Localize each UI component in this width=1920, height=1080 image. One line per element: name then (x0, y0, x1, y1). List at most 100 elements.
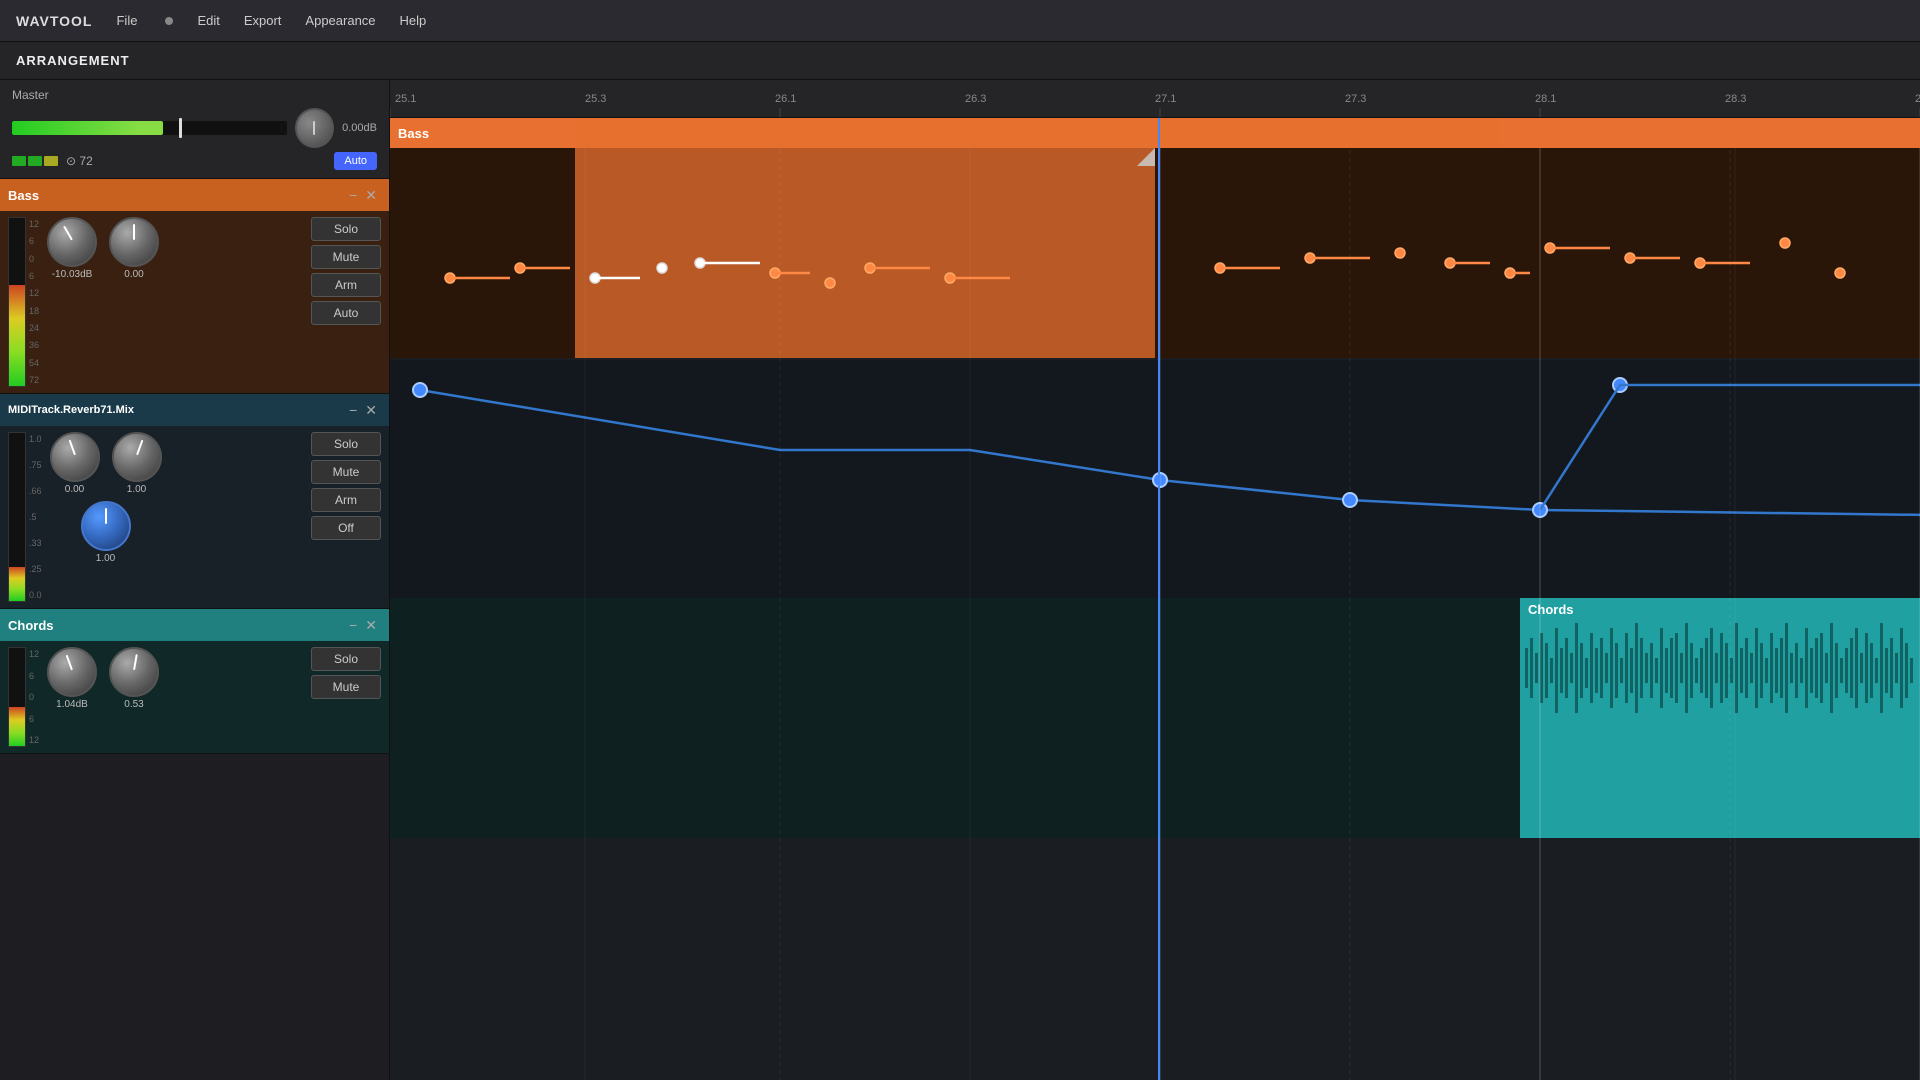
chords-mute-button[interactable]: Mute (311, 675, 381, 699)
midi-close-button[interactable]: ✕ (361, 402, 381, 419)
chords-solo-button[interactable]: Solo (311, 647, 381, 671)
midi-pan-indicator (136, 440, 143, 456)
bass-gain-knob[interactable] (47, 217, 97, 267)
ruler-28-1: 28.1 (1535, 93, 1556, 105)
midi-minimize-button[interactable]: − (345, 402, 361, 418)
ruler-29-1: 29.1 (1915, 93, 1920, 105)
chords-close-button[interactable]: ✕ (361, 617, 381, 634)
master-fader[interactable] (12, 121, 287, 135)
midi-track-strip: MIDITrack.Reverb71.Mix − ✕ 1.0 .75 .66 .… (0, 394, 389, 609)
bass-pan-group: 0.00 (109, 217, 159, 280)
chords-gain-label: 1.04dB (56, 699, 88, 710)
midi-extra-knob[interactable] (81, 501, 131, 551)
arrangement-header: ARRANGEMENT (0, 42, 1920, 80)
bass-mute-button[interactable]: Mute (311, 245, 381, 269)
bass-vu-labels: 12 6 0 6 12 18 24 36 54 72 (29, 217, 39, 387)
bass-vu-meter (8, 217, 26, 387)
midi-pan-label: 1.00 (127, 484, 146, 495)
chords-pan-knob[interactable] (109, 647, 159, 697)
midi-track-lane (390, 360, 1920, 598)
midi-gain-knob[interactable] (50, 432, 100, 482)
app-logo: WAVTOOL (16, 13, 92, 29)
bass-top-bar: Bass (390, 118, 1920, 148)
midi-track-header: MIDITrack.Reverb71.Mix − ✕ (0, 394, 389, 426)
midi-knobs-area: 0.00 1.00 1.00 (50, 432, 162, 602)
chords-gain-indicator (66, 655, 73, 671)
master-knob[interactable] (295, 108, 334, 148)
chords-gain-knob[interactable] (47, 647, 97, 697)
bass-gain-group: -10.03dB (47, 217, 97, 280)
chords-pan-label: 0.53 (124, 699, 143, 710)
midi-content (390, 360, 1920, 598)
bpm-value: ⊙ 72 (66, 154, 93, 168)
bass-content (390, 148, 1920, 358)
midi-track-name: MIDITrack.Reverb71.Mix (8, 404, 345, 416)
master-section: Master 0.00dB ⊙ 72 Auto (0, 80, 389, 179)
midi-vu-meter (8, 432, 26, 602)
bpm-light-2 (28, 156, 42, 166)
ruler-26-1: 26.1 (775, 93, 796, 105)
chords-waveform-svg (1520, 618, 1920, 838)
midi-extra-label: 1.00 (96, 553, 115, 564)
chords-block-label: Chords (1520, 598, 1920, 621)
bass-arm-button[interactable]: Arm (311, 273, 381, 297)
chords-track-name: Chords (8, 618, 345, 633)
bass-highlight-region (575, 148, 1155, 358)
midi-extra-indicator (105, 508, 107, 524)
ruler-27-1: 27.1 (1155, 93, 1176, 105)
master-fader-thumb (179, 118, 182, 138)
master-auto-button[interactable]: Auto (334, 152, 377, 170)
bass-vu-area: 12 6 0 6 12 18 24 36 54 72 (8, 217, 39, 387)
midi-gain-label: 0.00 (65, 484, 84, 495)
menu-appearance[interactable]: Appearance (305, 13, 375, 28)
file-modified-dot (165, 17, 173, 25)
bass-close-button[interactable]: ✕ (361, 187, 381, 204)
midi-arm-button[interactable]: Arm (311, 488, 381, 512)
midi-extra-knob-group: 1.00 (81, 501, 131, 564)
chords-vu-area: 12 6 0 6 12 (8, 647, 39, 747)
bpm-light-1 (12, 156, 26, 166)
playhead[interactable] (1158, 118, 1160, 1080)
bass-pan-label: 0.00 (124, 269, 143, 280)
chords-vu-labels: 12 6 0 6 12 (29, 647, 39, 747)
master-knob-indicator (313, 121, 315, 135)
bass-top-label: Bass (398, 126, 429, 141)
bass-knobs-row: -10.03dB 0.00 (47, 217, 159, 280)
timeline-ruler: 25.1 25.3 26.1 26.3 27.1 27.3 28.1 28.3 … (390, 80, 1920, 118)
chords-block: Chords (1520, 598, 1920, 838)
bass-minimize-button[interactable]: − (345, 187, 361, 203)
midi-gain-group: 0.00 (50, 432, 100, 495)
midi-solo-button[interactable]: Solo (311, 432, 381, 456)
master-fader-fill (12, 121, 163, 135)
ruler-27-3: 27.3 (1345, 93, 1366, 105)
menu-file[interactable]: File (116, 13, 137, 28)
midi-buttons: Solo Mute Arm Off (311, 432, 381, 602)
ruler-26-3: 26.3 (965, 93, 986, 105)
ruler-25-3: 25.3 (585, 93, 606, 105)
bass-top-region (575, 118, 1500, 148)
bass-corner-marker (1137, 148, 1155, 166)
midi-pan-group: 1.00 (112, 432, 162, 495)
bass-pan-knob[interactable] (109, 217, 159, 267)
midi-vu-fill (9, 567, 25, 601)
master-fader-row: 0.00dB (12, 108, 377, 148)
chords-minimize-button[interactable]: − (345, 617, 361, 633)
chords-track-body: 12 6 0 6 12 1.04dB (0, 641, 389, 753)
bass-gain-label: -10.03dB (52, 269, 93, 280)
menu-edit[interactable]: Edit (197, 13, 219, 28)
chords-pan-group: 0.53 (109, 647, 159, 747)
bass-auto-button[interactable]: Auto (311, 301, 381, 325)
bass-solo-button[interactable]: Solo (311, 217, 381, 241)
bass-track-row: Bass (390, 118, 1920, 358)
bass-track-name: Bass (8, 188, 345, 203)
midi-mute-button[interactable]: Mute (311, 460, 381, 484)
ruler-25-1: 25.1 (395, 93, 416, 105)
midi-pan-knob[interactable] (112, 432, 162, 482)
midi-vu-labels: 1.0 .75 .66 .5 .33 .25 0.0 (29, 432, 42, 602)
midi-vu-area: 1.0 .75 .66 .5 .33 .25 0.0 (8, 432, 42, 602)
menu-export[interactable]: Export (244, 13, 282, 28)
midi-track-body: 1.0 .75 .66 .5 .33 .25 0.0 (0, 426, 389, 608)
midi-off-button[interactable]: Off (311, 516, 381, 540)
bpm-lights (12, 156, 58, 166)
menu-help[interactable]: Help (400, 13, 427, 28)
